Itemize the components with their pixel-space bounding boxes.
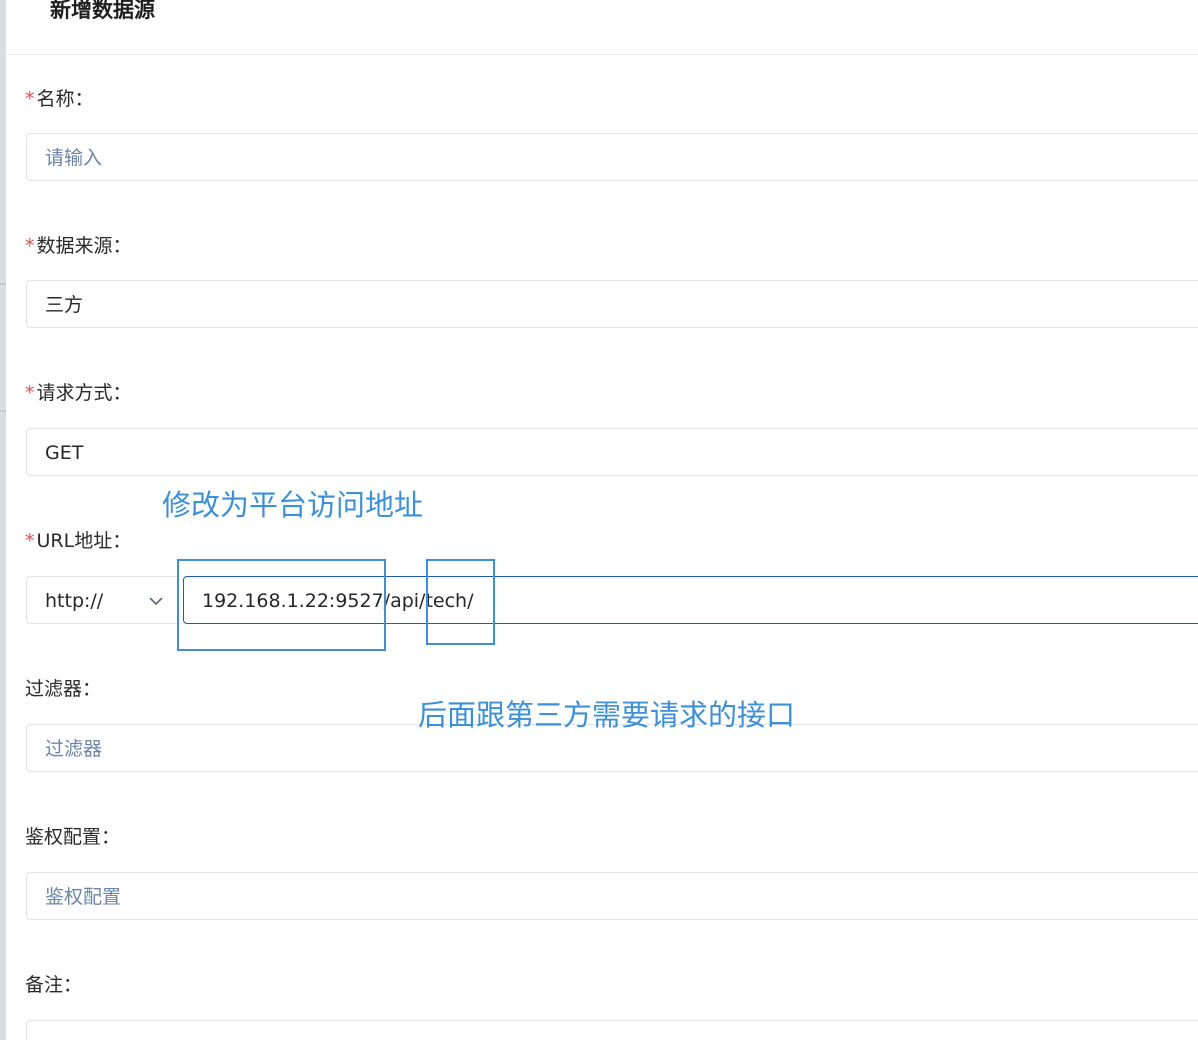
remark-label-text: 备注： [25, 974, 83, 996]
dialog-title: 新增数据源 [50, 0, 155, 22]
method-label: * 请求方式： [25, 380, 132, 406]
source-select[interactable]: 三方 [26, 280, 1198, 328]
method-select[interactable]: GET [26, 428, 1198, 476]
filter-label-text: 过滤器： [25, 678, 102, 700]
dialog-header: 新增数据源 [6, 0, 1198, 55]
protocol-select[interactable]: http:// [26, 576, 178, 624]
auth-label: 鉴权配置： [25, 824, 120, 850]
source-label: * 数据来源： [25, 233, 132, 259]
left-divider-tick [0, 410, 6, 412]
required-mark: * [25, 88, 35, 110]
required-mark: * [25, 235, 35, 257]
chevron-down-icon [149, 597, 163, 606]
method-label-text: 请求方式： [36, 382, 132, 404]
name-label-text: 名称： [36, 88, 94, 110]
source-select-value: 三方 [45, 294, 84, 316]
name-input[interactable]: 请输入 [26, 133, 1198, 181]
source-label-text: 数据来源： [36, 235, 132, 257]
url-label-text: URL地址： [36, 530, 132, 552]
remark-label: 备注： [25, 972, 82, 998]
annotation-modify-address: 修改为平台访问地址 [162, 488, 424, 522]
name-input-placeholder: 请输入 [45, 147, 103, 169]
required-mark: * [25, 530, 35, 552]
annotation-box-path [426, 559, 495, 645]
annotation-append-endpoint: 后面跟第三方需要请求的接口 [418, 698, 796, 732]
method-select-value: GET [45, 442, 84, 464]
protocol-select-value: http:// [45, 590, 104, 612]
name-label: * 名称： [25, 86, 94, 112]
auth-input-placeholder: 鉴权配置 [45, 886, 122, 908]
annotation-box-host [177, 559, 386, 651]
required-mark: * [25, 382, 35, 404]
left-divider-tick [0, 283, 6, 285]
auth-input[interactable]: 鉴权配置 [26, 872, 1198, 920]
remark-textarea[interactable] [26, 1020, 1198, 1040]
left-divider [0, 0, 6, 1040]
url-label: * URL地址： [25, 528, 131, 554]
filter-input-placeholder: 过滤器 [45, 738, 103, 760]
filter-label: 过滤器： [25, 676, 101, 702]
page: 新增数据源 * 名称： 请输入 * 数据来源： 三方 * 请求方式： GET * URL… [0, 0, 1198, 1040]
auth-label-text: 鉴权配置： [25, 826, 121, 848]
